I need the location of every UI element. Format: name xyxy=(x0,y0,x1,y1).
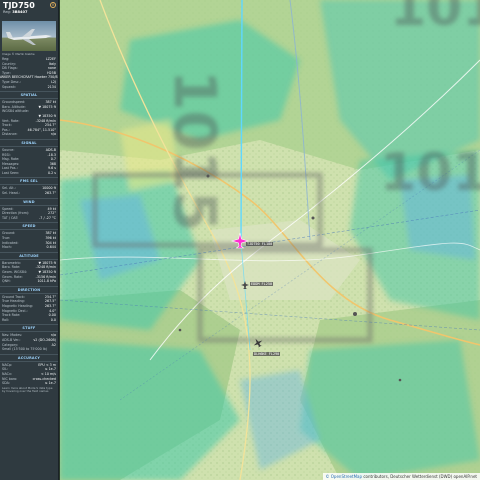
info-row-value: 1011.8 hPa xyxy=(37,279,56,284)
info-row-value: -7 / -27 °C xyxy=(39,215,56,220)
map-view[interactable]: 1015 101 101 TJD750 FL180 EDDM xyxy=(60,0,480,480)
attribution-link[interactable]: © OpenStreetMap xyxy=(326,474,363,479)
panel-footer-note: Learn more about Mode S data type by hov… xyxy=(2,385,53,394)
info-row-label[interactable]: Small (15'500 to 75'000 lb) xyxy=(2,347,47,352)
info-row-label[interactable]: Roll: xyxy=(2,318,9,323)
info-row-value: ≤ 1e-7 xyxy=(44,381,56,386)
info-row: TAT / OAT: -7 / -27 °C xyxy=(2,216,56,221)
info-row-label[interactable]: Last Seen: xyxy=(2,171,19,176)
info-row: Sel. Head.: 263.7° xyxy=(2,191,56,196)
info-row-value: ▼ 18075 ft xyxy=(38,104,56,109)
info-row-label[interactable]: WGS84 altitude: xyxy=(2,109,29,114)
info-row-label[interactable]: Distance: xyxy=(2,132,18,137)
aircraft-photo[interactable] xyxy=(2,21,56,51)
section-rows: Ground: 387 kt True: 396 kt Indicated: 304 kt… xyxy=(0,231,58,249)
svg-text:101: 101 xyxy=(380,143,480,203)
info-row-value: 263.7° xyxy=(44,191,56,196)
data-sections: SPATIAL Groundspeed: 387 kt Baro. Altitude:… xyxy=(0,91,58,386)
info-row: QNH: 1011.8 hPa xyxy=(2,279,56,284)
info-row-label[interactable]: Squawk: xyxy=(2,85,16,90)
section-rows: Source: ADS-B RSSI: -18.3 Msg. Rate: 0.7 Messa… xyxy=(0,148,58,176)
section-rows: Nav. Modes: n/a ADS-B Ver.: v2 (DO-260B) Cat… xyxy=(0,333,58,351)
aircraft-info-panel: TJD750 Reg: 3B8407 × Image © Martin Kiek… xyxy=(0,0,59,480)
map-attribution: © OpenStreetMap contributors, Deutscher … xyxy=(322,473,480,480)
section-rows: Speed: 49 kt Direction (from): 272° TAT / OA… xyxy=(0,207,58,221)
info-row-value: 0.2 s xyxy=(47,170,56,175)
info-row: Last Seen: 0.2 s xyxy=(2,171,56,176)
info-row: Squawk: 2134 xyxy=(2,85,56,90)
info-row-value: 2134 xyxy=(47,84,56,89)
callsign: TJD750 xyxy=(3,1,35,10)
info-row: Roll: 0.0 xyxy=(2,318,56,323)
info-row-label[interactable]: TAT / OAT: xyxy=(2,216,18,221)
hex-label: Reg: xyxy=(3,10,12,14)
info-row-value: 0.0 xyxy=(50,317,56,322)
section-header[interactable]: ACCURACY xyxy=(0,353,58,362)
info-row-label[interactable]: QNH: xyxy=(2,279,11,284)
section-header[interactable]: ALTITUDE xyxy=(0,251,58,260)
aircraft-type-details: Type Desc.: L2J Squawk: 2134 xyxy=(0,80,58,89)
section-rows: Groundspeed: 387 kt Baro. Altitude: ▼ 18075… xyxy=(0,100,58,137)
section-header[interactable]: DIRECTION xyxy=(0,285,58,294)
info-row: Mach: 0.644 xyxy=(2,245,56,250)
svg-text:101: 101 xyxy=(390,0,480,38)
aircraft-label-other-2[interactable]: DLH6KE FL290 xyxy=(253,352,281,356)
svg-text:1015: 1015 xyxy=(161,70,229,231)
section-header[interactable]: SPEED xyxy=(0,222,58,231)
panel-header: TJD750 Reg: 3B8407 × xyxy=(0,0,58,20)
hex-id: Reg: 3B8407 xyxy=(3,10,55,15)
section-rows: NACp: EPU < 3 m SIL: ≤ 1e-7 NACv: < 10 m/s NIC… xyxy=(0,363,58,386)
info-row-value: 0.644 xyxy=(46,245,56,250)
info-row-label[interactable]: SDA: xyxy=(2,381,10,386)
info-row-label[interactable]: Sel. Head.: xyxy=(2,191,20,196)
info-row-label[interactable]: Mach: xyxy=(2,245,12,250)
section-rows: Ground Track: 254.7° True Heading: 267.5° Ma… xyxy=(0,295,58,323)
section-rows: Sel. Alt.: 10000 ft Sel. Head.: 263.7° xyxy=(0,186,58,195)
aircraft-label-selected[interactable]: TJD750 FL180 xyxy=(246,242,274,246)
map-canvas[interactable]: 1015 101 101 xyxy=(60,0,480,480)
section-header[interactable]: STUFF xyxy=(0,324,58,333)
section-rows: Barometric: ▼ 18075 ft Baro. Rate: -3248 ft… xyxy=(0,261,58,284)
attribution-text: contributors, Deutscher Wetterdienst (DW… xyxy=(362,474,477,479)
section-header[interactable]: SPATIAL xyxy=(0,91,58,100)
info-row: Distance: n/a xyxy=(2,132,56,137)
section-header[interactable]: SIGNAL xyxy=(0,138,58,147)
section-header[interactable]: FMS SEL xyxy=(0,177,58,186)
hex-value[interactable]: 3B8407 xyxy=(12,10,27,14)
info-row-value: A2 xyxy=(51,342,56,347)
section-header[interactable]: WIND xyxy=(0,197,58,206)
close-icon[interactable]: × xyxy=(50,2,56,8)
aircraft-details: Reg: LZ2EF Country: Italy DB Flags: none Type:… xyxy=(0,57,58,75)
aircraft-label-other-1[interactable]: EDDM FL250 xyxy=(250,282,274,286)
info-row-value: n/a xyxy=(50,132,56,137)
info-row: Small (15'500 to 75'000 lb) xyxy=(2,347,56,352)
